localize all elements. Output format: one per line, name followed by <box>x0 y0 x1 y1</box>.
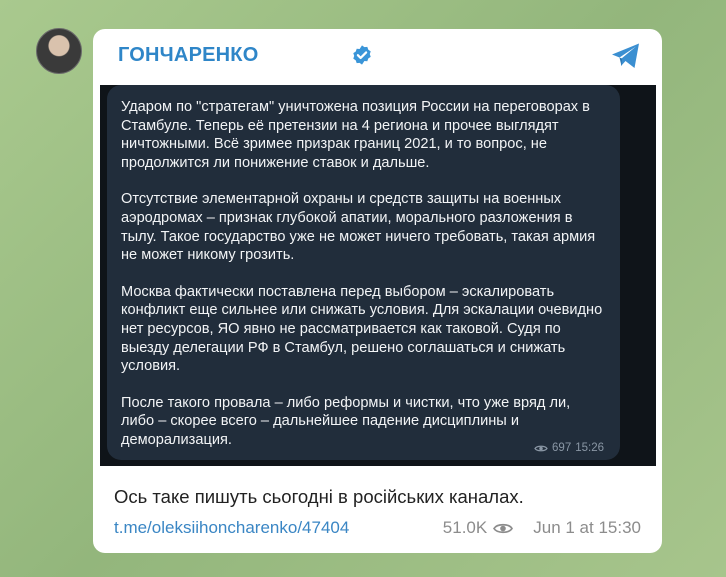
verified-badge-icon <box>353 45 371 65</box>
quoted-message-bubble: Ударом по "стратегам" уничтожена позиция… <box>107 85 620 460</box>
view-count: 51.0K <box>442 518 488 537</box>
post-card: ГОНЧАРЕНКО Ударом по "стратегам" уничтож… <box>93 29 662 553</box>
channel-name[interactable]: ГОНЧАРЕНКО <box>118 44 258 67</box>
post-footer: t.me/oleksiihoncharenko/47404 51.0K Jun … <box>114 518 641 542</box>
quoted-views: 697 <box>552 442 572 454</box>
quoted-message-meta: 697 15:26 <box>534 442 604 454</box>
quoted-paragraph: Отсутствие элементарной охраны и средств… <box>121 191 596 264</box>
post-stats: 51.0K Jun 1 at 15:30 <box>443 518 641 538</box>
quoted-time: 15:26 <box>575 442 604 454</box>
post-header: ГОНЧАРЕНКО <box>93 29 662 83</box>
eye-icon <box>493 523 514 533</box>
post-date: Jun 1 at 15:30 <box>533 518 641 537</box>
quoted-paragraph: Ударом по "стратегам" уничтожена позиция… <box>121 99 590 171</box>
telegram-logo-icon[interactable] <box>610 41 642 71</box>
post-link[interactable]: t.me/oleksiihoncharenko/47404 <box>114 518 349 538</box>
quoted-paragraph: Москва фактически поставлена перед выбор… <box>121 283 603 375</box>
post-caption: Ось таке пишуть сьогодні в російських ка… <box>114 486 524 507</box>
quoted-screenshot: Ударом по "стратегам" уничтожена позиция… <box>100 85 656 466</box>
eye-icon <box>534 445 548 451</box>
channel-avatar[interactable] <box>36 28 82 74</box>
